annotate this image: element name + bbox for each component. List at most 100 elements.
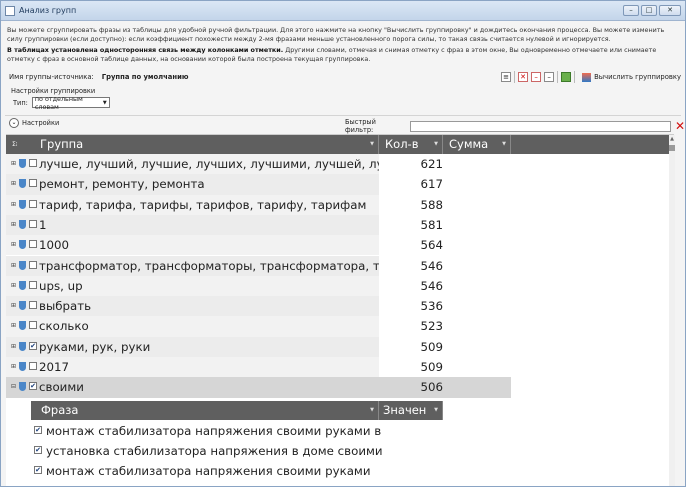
row-count: 523 [420, 319, 443, 334]
row-label: 1000 [39, 238, 70, 253]
table-row[interactable]: ⊞ сколько 523 [6, 316, 669, 337]
toolbar-separator [557, 71, 559, 83]
subtable-row[interactable]: ✔ монтаж стабилизатора напряжения своими … [31, 421, 443, 441]
table-row[interactable]: ⊞ выбрать 536 [6, 296, 669, 317]
type-row: Тип: по отдельным словам ▼ [13, 95, 110, 111]
row-checkbox[interactable] [29, 321, 37, 330]
info-text: Вы можете сгруппировать фразы из таблицы… [7, 26, 679, 66]
row-checkbox[interactable]: ✔ [29, 341, 37, 350]
phrase-list-icon[interactable]: ≡ [501, 72, 512, 82]
collapse-icon[interactable]: – [544, 72, 555, 82]
expand-icon[interactable]: ⊞ [10, 241, 17, 248]
vertical-scrollbar[interactable]: ▲ [669, 135, 675, 486]
phrase-checkbox[interactable]: ✔ [34, 446, 42, 454]
window-controls: – □ ✕ [623, 5, 681, 16]
row-checkbox[interactable] [29, 219, 37, 228]
row-checkbox[interactable] [29, 240, 37, 249]
expand-icon[interactable]: ⊞ [10, 262, 17, 269]
scroll-up-icon[interactable]: ▲ [669, 136, 675, 142]
sort-icon: ▼ [370, 141, 374, 147]
row-count: 546 [420, 258, 443, 273]
grid-corner-icon[interactable]: Σ⁝ [12, 140, 32, 149]
window-title: Анализ групп [19, 6, 77, 15]
info-bold: В таблицах установлена односторонняя свя… [7, 46, 284, 55]
maximize-button[interactable]: □ [641, 5, 657, 16]
sort-icon: ▼ [434, 407, 438, 413]
table-row[interactable]: ⊞ ups, up 546 [6, 275, 669, 297]
table-row[interactable]: ⊞ 1 581 [6, 214, 669, 236]
table-row[interactable]: ⊞ трансформатор, трансформаторы, трансфор… [6, 255, 669, 276]
collapse-icon[interactable]: ⊟ [10, 383, 17, 390]
subtable-header: Фраза ▼ Значен ▼ [31, 401, 443, 420]
row-count: 581 [420, 217, 443, 232]
expand-icon[interactable]: ⊞ [10, 363, 17, 370]
row-count: 506 [420, 380, 443, 395]
settings-label: Настройки [22, 119, 60, 127]
expand-icon[interactable]: ⊞ [10, 282, 17, 289]
phrase-checkbox[interactable]: ✔ [34, 426, 42, 434]
row-checkbox[interactable] [29, 280, 37, 289]
expand-circle-icon[interactable]: ⌄ [9, 118, 19, 128]
row-checkbox[interactable] [29, 301, 37, 310]
row-count: 621 [420, 157, 443, 171]
delete-icon[interactable]: – [531, 72, 542, 82]
export-excel-icon[interactable] [561, 72, 572, 82]
expand-icon[interactable]: ⊞ [10, 302, 17, 309]
expand-icon[interactable]: ⊞ [10, 322, 17, 329]
expand-icon[interactable]: ⊞ [10, 221, 17, 228]
shield-icon [19, 382, 26, 392]
table-row[interactable]: ⊞ лучше, лучший, лучшие, лучших, лучшими,… [6, 154, 669, 175]
sort-icon: ▼ [370, 407, 374, 413]
column-count[interactable]: Кол-в ▼ [379, 135, 443, 154]
compute-grouping-label: Вычислить группировку [594, 73, 681, 81]
column-sum[interactable]: Сумма ▼ [443, 135, 511, 154]
row-checkbox[interactable]: ✔ [29, 382, 37, 391]
expand-icon[interactable]: ⊞ [10, 160, 17, 167]
toolbar-icons: ≡ ✕ – – Вычислить группировку [501, 71, 681, 83]
column-phrase-label: Фраза [41, 403, 79, 417]
row-count: 588 [420, 197, 443, 212]
table-row[interactable]: ⊞ ремонт, ремонту, ремонта 617 [6, 174, 669, 195]
table-row[interactable]: ⊟ ✔ своими 506 [6, 377, 669, 398]
analysis-window: Анализ групп – □ ✕ Вы можете сгруппирова… [0, 0, 686, 487]
shield-icon [19, 362, 26, 371]
close-button[interactable]: ✕ [659, 5, 681, 16]
phrase-label: установка стабилизатора напряжения в дом… [46, 444, 382, 458]
row-label: ремонт, ремонту, ремонта [39, 177, 205, 192]
divider [5, 115, 681, 116]
row-checkbox[interactable] [29, 260, 37, 269]
row-count: 617 [420, 177, 443, 192]
groups-grid: Σ⁝ Группа ▼ Кол-в ▼ Сумма ▼ ⊞ лучше, лучший,… [6, 134, 675, 486]
table-row[interactable]: ⊞ 1000 564 [6, 235, 669, 256]
compute-grouping-button[interactable]: Вычислить группировку [582, 72, 681, 82]
uncheck-icon[interactable]: ✕ [518, 72, 529, 82]
expand-icon[interactable]: ⊞ [10, 343, 17, 350]
column-value[interactable]: Значен ▼ [379, 401, 443, 420]
row-checkbox[interactable] [29, 179, 37, 188]
table-row[interactable]: ⊞ тариф, тарифа, тарифы, тарифов, тарифу,… [6, 194, 669, 215]
clear-filter-icon[interactable]: ✕ [675, 120, 685, 132]
column-phrase[interactable]: Фраза ▼ [31, 401, 379, 420]
table-row[interactable]: ⊞ ✔ руками, рук, руки 509 [6, 336, 669, 357]
expand-icon[interactable]: ⊞ [10, 201, 17, 208]
shield-icon [19, 240, 26, 250]
expand-icon[interactable]: ⊞ [10, 180, 17, 187]
scroll-thumb[interactable] [669, 145, 675, 151]
column-group-label: Группа [40, 137, 84, 151]
filter-input[interactable] [410, 120, 671, 132]
settings-toggle[interactable]: ⌄ Настройки [9, 118, 59, 128]
phrase-checkbox[interactable]: ✔ [34, 466, 42, 474]
subtable-row[interactable]: ✔ монтаж стабилизатора напряжения своими … [31, 461, 443, 481]
row-checkbox[interactable] [29, 199, 37, 208]
sort-icon: ▼ [434, 141, 438, 147]
row-label: 2017 [39, 360, 70, 374]
row-checkbox[interactable] [29, 362, 37, 370]
shield-icon [19, 301, 26, 311]
table-row[interactable]: ⊞ 2017 509 [6, 357, 669, 378]
minimize-button[interactable]: – [623, 5, 639, 16]
column-group[interactable]: Группа ▼ [34, 135, 379, 154]
row-checkbox[interactable] [29, 159, 37, 167]
subtable-row[interactable]: ✔ установка стабилизатора напряжения в до… [31, 441, 443, 461]
info-paragraph-2: В таблицах установлена односторонняя свя… [7, 46, 679, 63]
type-select[interactable]: по отдельным словам ▼ [31, 95, 110, 111]
